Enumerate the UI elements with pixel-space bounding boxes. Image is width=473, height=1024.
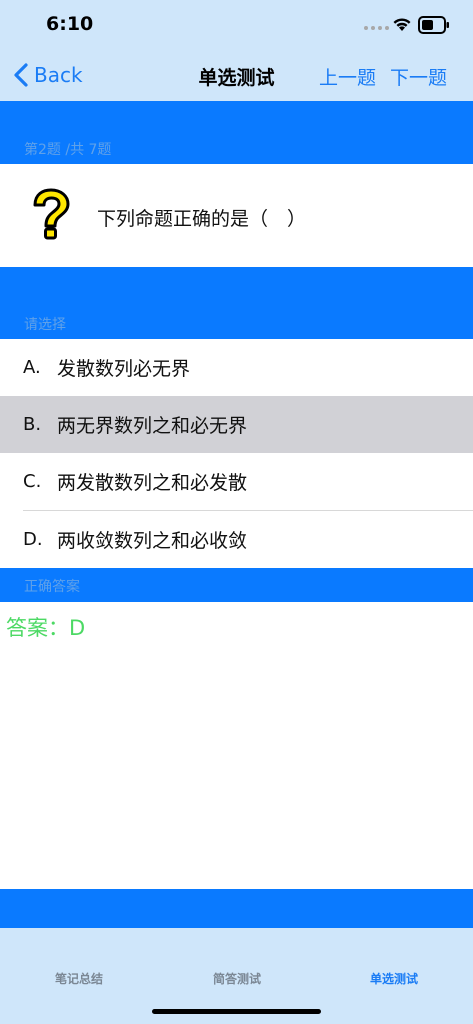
question-text: 下列命题正确的是（ ） — [97, 208, 307, 230]
question-card: 下列命题正确的是（ ） — [0, 164, 473, 267]
option-letter: B. — [23, 414, 42, 435]
option-text: 发散数列必无界 — [57, 358, 191, 380]
previous-question-button[interactable]: 上一题 — [319, 63, 376, 90]
option-text: 两发散数列之和必发散 — [57, 472, 248, 494]
top-bar: 6:10 Back 单选测试 上一题 下一题 — [0, 0, 473, 101]
options-header: 请选择 — [24, 317, 66, 333]
answer-header-band: 正确答案 — [0, 568, 473, 602]
options-header-band: 请选择 — [0, 267, 473, 339]
option-text: 两收敛数列之和必收敛 — [57, 530, 248, 552]
option-letter: A. — [23, 357, 41, 378]
home-indicator[interactable] — [152, 1009, 321, 1014]
question-progress-band: 第2题 /共 7题 — [0, 101, 473, 164]
option-b[interactable]: B. 两无界数列之和必无界 — [0, 396, 473, 453]
tab-single-choice-test[interactable]: 单选测试 — [315, 970, 473, 987]
option-d[interactable]: D. 两收敛数列之和必收敛 — [0, 511, 473, 568]
wifi-icon — [393, 18, 411, 31]
next-question-button[interactable]: 下一题 — [390, 63, 447, 90]
bottom-band — [0, 889, 473, 928]
option-a[interactable]: A. 发散数列必无界 — [0, 339, 473, 396]
option-letter: C. — [23, 471, 42, 492]
answer-header: 正确答案 — [24, 579, 80, 595]
question-progress: 第2题 /共 7题 — [24, 142, 112, 158]
option-text: 两无界数列之和必无界 — [57, 415, 248, 437]
cellular-signal-icon — [364, 26, 389, 30]
question-mark-icon — [33, 188, 70, 240]
status-time: 6:10 — [46, 13, 94, 35]
tab-notes-summary[interactable]: 笔记总结 — [0, 970, 158, 987]
answer-text: 答案：D — [6, 616, 86, 640]
option-c[interactable]: C. 两发散数列之和必发散 — [0, 453, 473, 510]
battery-icon — [418, 16, 449, 34]
option-letter: D. — [23, 529, 43, 550]
tab-short-answer-test[interactable]: 简答测试 — [158, 970, 316, 987]
